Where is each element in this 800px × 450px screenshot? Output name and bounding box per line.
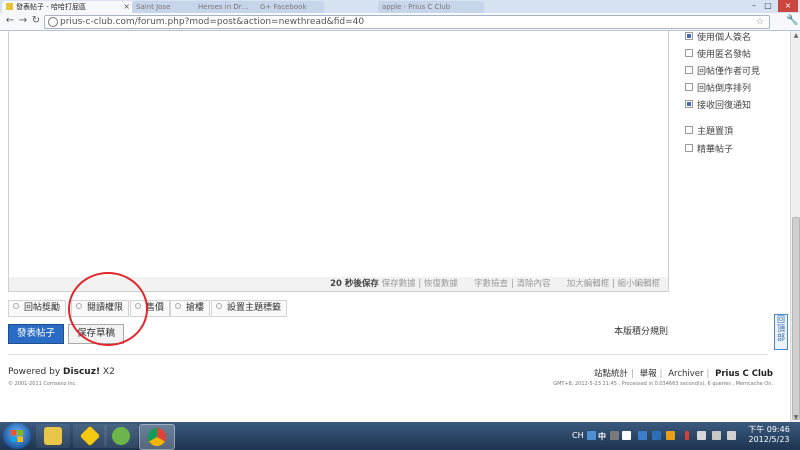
- option-reply-author-only[interactable]: 回帖僅作者可見: [685, 66, 760, 78]
- clock-time: 下午 09:46: [748, 425, 790, 434]
- autosave-countdown: 20 秒後保存: [330, 279, 379, 289]
- site-name-link[interactable]: Prius C Club: [715, 369, 773, 379]
- app-icon: [79, 425, 101, 447]
- restore-data-link[interactable]: 恢復數據: [424, 279, 458, 289]
- discuz-link[interactable]: Discuz!: [63, 367, 100, 377]
- footer-divider: [8, 354, 768, 355]
- option-use-signature[interactable]: 使用個人簽名: [685, 32, 751, 44]
- scroll-down-icon[interactable]: ▼: [791, 413, 800, 422]
- option-sticky[interactable]: 主題置頂: [685, 126, 733, 138]
- tray-keyboard-icon[interactable]: [727, 431, 736, 440]
- wrench-icon[interactable]: 🔧: [786, 15, 798, 26]
- tab-inactive-4[interactable]: apple · Prius C Club: [378, 1, 484, 13]
- windows-logo-icon: [11, 430, 23, 442]
- board-rules-link[interactable]: 本版積分規則: [614, 324, 668, 337]
- start-button[interactable]: [3, 423, 31, 449]
- checkbox[interactable]: [685, 83, 693, 91]
- tab-active[interactable]: 發表帖子 - 哈哈打屁區 ×: [2, 1, 134, 13]
- option-digest[interactable]: 精華帖子: [685, 144, 733, 156]
- dot-icon: [13, 303, 19, 309]
- tray-network-icon[interactable]: [652, 431, 661, 440]
- powered-by: Powered by Discuz! X2: [8, 367, 115, 377]
- tab-inactive-3[interactable]: G+ Facebook: [256, 1, 324, 13]
- ime-indicator[interactable]: 中: [598, 431, 606, 442]
- browser-tab-bar: 發表帖子 - 哈哈打屁區 × Saint Jose Heroes in Dr… …: [0, 0, 800, 13]
- vertical-scrollbar[interactable]: ▲ ▼: [790, 31, 800, 422]
- globe-icon: [48, 17, 58, 27]
- copyright: © 2001-2011 Comsenz Inc.: [8, 381, 77, 387]
- submit-post-button[interactable]: 發表帖子: [8, 324, 64, 344]
- back-to-top-button[interactable]: 回頂部: [774, 314, 788, 350]
- tray-app-icon[interactable]: [638, 431, 647, 440]
- favicon-icon: [6, 3, 13, 10]
- tab-inactive-2[interactable]: Heroes in Dr…: [194, 1, 258, 13]
- url-text: prius-c-club.com/forum.php?mod=post&acti…: [60, 17, 365, 27]
- footer-links: 站點統計 | 舉報 | Archiver | Prius C Club: [594, 369, 773, 379]
- clear-content-link[interactable]: 清除內容: [516, 279, 550, 289]
- checkbox[interactable]: [685, 66, 693, 74]
- option-reply-notify[interactable]: 接收回復通知: [685, 100, 751, 112]
- minimize-icon[interactable]: –: [748, 0, 760, 12]
- windows-taskbar: CH 中 下午 09:46 2012/5/23: [0, 422, 800, 450]
- annotation-circle: [68, 272, 148, 346]
- option-reverse-order[interactable]: 回帖倒序排列: [685, 83, 751, 95]
- ime-settings-icon[interactable]: [622, 431, 631, 440]
- scrollbar-thumb[interactable]: [792, 217, 800, 420]
- taskbar-explorer[interactable]: [36, 424, 70, 448]
- set-tags-button[interactable]: 設置主題標籤: [211, 300, 288, 317]
- word-check-link[interactable]: 字數檢查: [474, 279, 508, 289]
- battery-icon[interactable]: [697, 431, 706, 440]
- folder-icon: [44, 427, 62, 445]
- scroll-up-icon[interactable]: ▲: [791, 31, 800, 40]
- dot-icon: [216, 303, 222, 309]
- tab-title: 發表帖子 - 哈哈打屁區: [16, 3, 86, 11]
- chrome-icon: [148, 428, 166, 446]
- ime-mode-icon[interactable]: [610, 431, 619, 440]
- reply-reward-button[interactable]: 回帖獎勵: [8, 300, 67, 317]
- enlarge-editor-link[interactable]: 加大編輯框: [567, 279, 610, 289]
- bookmark-star-icon[interactable]: ☆: [756, 16, 764, 28]
- close-tab-icon[interactable]: ×: [123, 1, 130, 13]
- volume-icon[interactable]: [712, 431, 721, 440]
- address-bar-area: ← → ↻ prius-c-club.com/forum.php?mod=pos…: [0, 13, 800, 31]
- keyboard-icon[interactable]: [587, 431, 596, 440]
- checkbox[interactable]: [685, 126, 693, 134]
- report-link[interactable]: 舉報: [640, 369, 657, 379]
- gmt-info: GMT+8, 2012-5-23 21:45 , Processed in 0.…: [553, 381, 773, 387]
- taskbar-clock[interactable]: 下午 09:46 2012/5/23: [748, 425, 790, 445]
- tab-inactive-1[interactable]: Saint Jose: [132, 1, 196, 13]
- shrink-editor-link[interactable]: 縮小編輯框: [617, 279, 660, 289]
- reload-icon[interactable]: ↻: [30, 15, 42, 27]
- forward-icon[interactable]: →: [17, 15, 29, 27]
- checkbox[interactable]: [685, 100, 693, 108]
- back-icon[interactable]: ←: [4, 15, 16, 27]
- checkbox[interactable]: [685, 32, 693, 40]
- stats-link[interactable]: 站點統計: [594, 369, 628, 379]
- grab-floor-button[interactable]: 搶樓: [170, 300, 211, 317]
- archiver-link[interactable]: Archiver: [668, 369, 703, 379]
- window-close-icon[interactable]: ×: [778, 0, 798, 12]
- save-data-link[interactable]: 保存數據: [382, 279, 416, 289]
- maximize-icon[interactable]: □: [762, 0, 774, 12]
- tray-alert-icon[interactable]: [685, 431, 689, 440]
- clock-date: 2012/5/23: [748, 435, 790, 444]
- tray-security-icon[interactable]: [666, 431, 675, 440]
- taskbar-app-yellow[interactable]: [73, 424, 107, 448]
- url-input[interactable]: prius-c-club.com/forum.php?mod=post&acti…: [44, 15, 770, 29]
- option-anonymous[interactable]: 使用匿名發帖: [685, 49, 751, 61]
- checkbox[interactable]: [685, 144, 693, 152]
- taskbar-messenger[interactable]: [104, 424, 138, 448]
- taskbar-chrome[interactable]: [139, 424, 175, 450]
- checkbox[interactable]: [685, 49, 693, 57]
- messenger-icon: [112, 427, 130, 445]
- language-indicator[interactable]: CH: [572, 431, 584, 440]
- dot-icon: [175, 303, 181, 309]
- post-editor-textarea[interactable]: [8, 31, 669, 278]
